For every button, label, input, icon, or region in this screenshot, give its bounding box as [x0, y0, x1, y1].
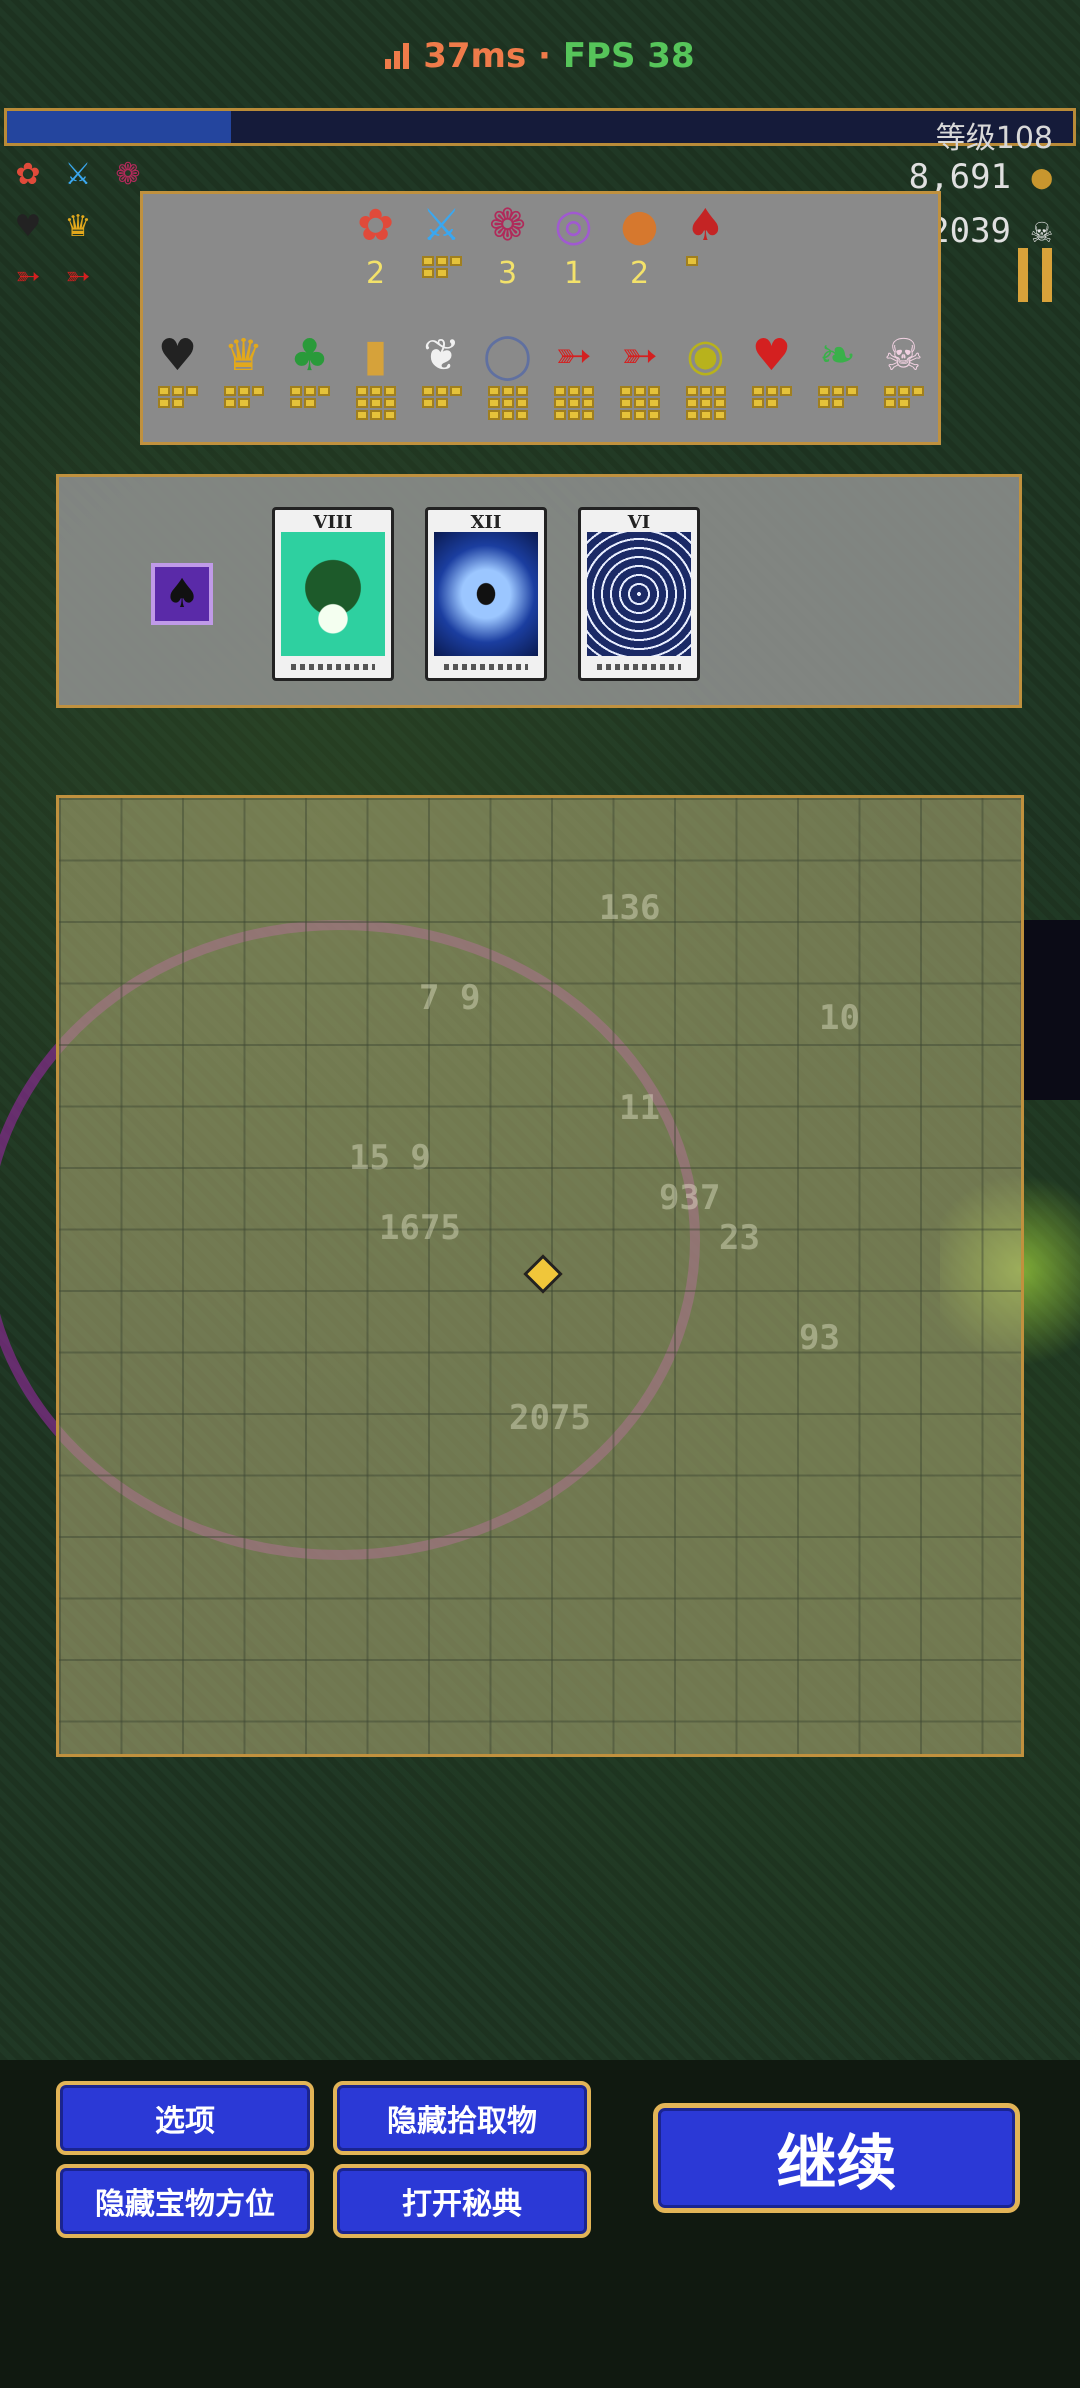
red-rose-icon: ❁	[489, 200, 526, 251]
inventory-slot: ✿ 2	[343, 200, 409, 292]
performance-readout: 37ms · FPS 38	[0, 36, 1080, 76]
item-count: 3	[497, 256, 518, 291]
arcana-card-vi[interactable]: VI	[578, 507, 700, 681]
flower-bouquet-icon: ✿	[15, 156, 41, 192]
fps-text: FPS 38	[562, 36, 695, 76]
inventory-slot: ♣	[277, 330, 343, 420]
inventory-slot: ☠	[871, 330, 937, 420]
level-pips	[553, 386, 594, 420]
red-rose-icon: ❁	[115, 156, 141, 192]
clover-icon: ♣	[289, 330, 330, 381]
level-pips	[289, 386, 330, 408]
level-pips	[223, 386, 264, 408]
skull-icon: ☠	[883, 330, 924, 381]
vortex-art	[587, 532, 691, 656]
hud-passive-row-2: ➳ ➳	[6, 254, 100, 298]
orange-orb-icon: ●	[620, 200, 659, 251]
inventory-slot: ▮	[343, 330, 409, 420]
purple-spiral-icon: ◎	[554, 200, 593, 251]
flower-bouquet-icon: ✿	[357, 200, 394, 251]
tree-art	[281, 532, 385, 656]
experience-bar: 等级108	[4, 108, 1076, 156]
inventory-slot: ♥	[145, 330, 211, 420]
coin-icon: ●	[1031, 157, 1052, 197]
hide-treasure-button[interactable]: 隐藏宝物方位	[56, 2164, 314, 2238]
level-pips	[619, 386, 660, 420]
experience-fill	[7, 111, 231, 143]
inventory-slot: ♥	[739, 330, 805, 420]
inventory-slot: ◯	[475, 330, 541, 420]
kill-count: 2039	[929, 211, 1012, 251]
level-pips	[685, 256, 726, 266]
open-codex-button[interactable]: 打开秘典	[333, 2164, 591, 2238]
red-cloak-icon: ♠	[685, 200, 726, 251]
level-pips	[685, 386, 726, 420]
crown-icon: ♛	[64, 208, 92, 244]
candle-icon: ▮	[363, 330, 388, 381]
crown-icon: ♛	[223, 330, 264, 381]
red-arrow-left-icon: ➳	[15, 258, 41, 294]
inventory-slot: ➳	[541, 330, 607, 420]
edge-object	[1020, 920, 1080, 1100]
arcana-panel: ♠ VIII XII VI	[56, 474, 1022, 708]
arcana-card-viii[interactable]: VIII	[272, 507, 394, 681]
item-count: 2	[629, 256, 650, 291]
wings-icon: ❦	[423, 330, 460, 381]
level-pips	[751, 386, 792, 408]
inventory-slot: ❦	[409, 330, 475, 420]
hide-pickups-button[interactable]: 隐藏拾取物	[333, 2081, 591, 2155]
green-feather-icon: ❧	[819, 330, 856, 381]
arcana-card-xii[interactable]: XII	[425, 507, 547, 681]
red-arrow-right-icon: ➳	[621, 330, 658, 381]
player-marker	[523, 1254, 563, 1294]
blue-wand-icon: ⚔	[64, 156, 92, 192]
red-arrow-left-icon: ➳	[555, 330, 592, 381]
level-pips	[883, 386, 924, 408]
inventory-panel: ✿ 2 ⚔ ❁ 3 ◎ 1 ● 2 ♠ ♥ ♛ ♣ ▮ ❦ ◯ ➳ ➳ ◉ ♥ ❧ ☠	[140, 191, 941, 445]
inventory-slot: ♛	[211, 330, 277, 420]
weapon-slots: ✿ 2 ⚔ ❁ 3 ◎ 1 ● 2 ♠	[143, 200, 938, 292]
level-pips	[355, 386, 396, 420]
stage-map[interactable]: 136 7 9 10 11 15 9 937 23 1675 93 2075	[56, 795, 1024, 1757]
inventory-slot: ❁ 3	[475, 200, 541, 292]
item-count: 2	[365, 256, 386, 291]
continue-button[interactable]: 继续	[653, 2103, 1020, 2213]
inventory-slot: ◉	[673, 330, 739, 420]
signal-icon	[385, 43, 411, 69]
inventory-slot: ● 2	[607, 200, 673, 292]
blue-wand-icon: ⚔	[421, 200, 462, 251]
level-pips	[157, 386, 198, 408]
inventory-slot: ⚔	[409, 200, 475, 291]
black-heart-icon: ♥	[14, 208, 42, 244]
level-pips	[421, 256, 462, 278]
inventory-slot: ◎ 1	[541, 200, 607, 292]
hourglass-art	[434, 532, 538, 656]
inventory-slot: ➳	[607, 330, 673, 420]
hud-weapon-row: ✿ ⚔ ❁	[6, 152, 150, 196]
level-pips	[817, 386, 858, 408]
pause-button[interactable]	[1018, 248, 1052, 302]
hud-passive-row: ♥ ♛	[6, 204, 100, 248]
level-pips	[421, 386, 462, 408]
passive-slots: ♥ ♛ ♣ ▮ ❦ ◯ ➳ ➳ ◉ ♥ ❧ ☠	[143, 330, 938, 420]
options-button[interactable]: 选项	[56, 2081, 314, 2155]
gold-ring-icon: ◉	[686, 330, 725, 381]
inventory-slot: ❧	[805, 330, 871, 420]
level-pips	[487, 386, 528, 420]
black-heart-icon: ♥	[157, 330, 198, 381]
ring-icon: ◯	[482, 330, 533, 381]
item-count: 1	[563, 256, 584, 291]
red-heart-icon: ♥	[751, 330, 792, 381]
red-arrow-right-icon: ➳	[65, 258, 91, 294]
skull-icon: ☠	[1031, 211, 1052, 251]
arcana-deck-icon: ♠	[151, 563, 213, 625]
ping-text: 37ms	[423, 36, 527, 76]
inventory-slot: ♠	[673, 200, 739, 291]
